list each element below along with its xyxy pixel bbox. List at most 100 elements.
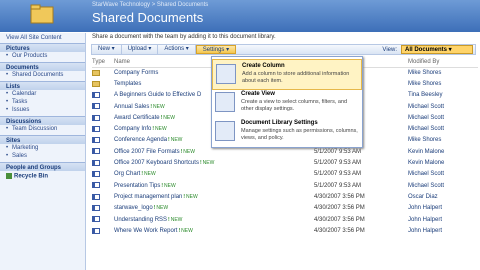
- view-selector[interactable]: All Documents ▾: [401, 45, 473, 54]
- document-icon: [92, 216, 100, 223]
- nav-section: DiscussionsTeam Discussion: [0, 116, 85, 133]
- document-icon: [92, 193, 100, 200]
- nav-item[interactable]: Tasks: [0, 98, 85, 106]
- document-icon: [92, 91, 100, 98]
- document-name-link[interactable]: Conference Agenda: [114, 137, 167, 143]
- create-column-menu-item[interactable]: Create Column Add a column to store addi…: [212, 59, 362, 90]
- new-badge: NEW: [161, 115, 175, 121]
- document-icon: [92, 227, 100, 234]
- modified-by-link[interactable]: Michael Scott: [408, 180, 478, 191]
- table-row[interactable]: Project management planNEW 4/30/2007 3:56…: [92, 191, 478, 202]
- site-header: StarWave Technology > Shared Documents S…: [0, 0, 480, 32]
- new-badge: NEW: [154, 205, 168, 211]
- list-toolbar: New ▾ Upload ▾ Actions ▾ Settings ▾ View…: [91, 44, 476, 55]
- folder-logo-icon: [30, 4, 54, 24]
- modified-by-link[interactable]: Mike Shores: [408, 78, 478, 89]
- document-name-link[interactable]: Org Chart: [114, 171, 140, 177]
- document-name-link[interactable]: Award Certificate: [114, 115, 160, 121]
- modified-by-link[interactable]: John Halpert: [408, 214, 478, 225]
- table-row[interactable]: Org ChartNEW 5/1/2007 9:53 AM Michael Scot…: [92, 169, 478, 180]
- recycle-bin-label: Recycle Bin: [14, 173, 49, 180]
- new-badge: NEW: [178, 228, 192, 234]
- nav-section-header[interactable]: Pictures: [0, 43, 85, 52]
- nav-item[interactable]: Marketing: [0, 144, 85, 152]
- menu-item-description: Manage settings such as permissions, col…: [241, 128, 358, 141]
- table-row[interactable]: starwave_logoNEW 4/30/2007 3:56 PM John Ha…: [92, 203, 478, 214]
- document-icon: [92, 159, 100, 166]
- table-row[interactable]: Understanding RSSNEW 4/30/2007 3:56 PM Joh…: [92, 214, 478, 225]
- modified-by-link[interactable]: John Halpert: [408, 225, 478, 236]
- modified-by-link[interactable]: Kevin Malone: [408, 157, 478, 168]
- page-title: Shared Documents: [92, 10, 204, 25]
- document-name-link[interactable]: Project management plan: [114, 194, 182, 200]
- menu-item-title: Document Library Settings: [241, 120, 318, 126]
- nav-section: DocumentsShared Documents: [0, 62, 85, 79]
- library-settings-icon: [215, 121, 235, 141]
- library-description: Share a document with the team by adding…: [92, 34, 276, 40]
- nav-item[interactable]: Team Discussion: [0, 125, 85, 133]
- modified-by-link[interactable]: Oscar Diaz: [408, 191, 478, 202]
- actions-menu-button[interactable]: Actions ▾: [158, 45, 196, 54]
- nav-section: ListsCalendarTasksIssues: [0, 81, 85, 114]
- document-name-link[interactable]: starwave_logo: [114, 205, 153, 211]
- table-row[interactable]: Presentation TipsNEW 5/1/2007 9:53 AM Mich…: [92, 180, 478, 191]
- new-badge: NEW: [183, 194, 197, 200]
- nav-item[interactable]: Our Products: [0, 52, 85, 60]
- document-name-link[interactable]: A Beginners Guide to Effective D: [114, 92, 201, 98]
- nav-section-header[interactable]: Lists: [0, 81, 85, 90]
- table-row[interactable]: Where We Work ReportNEW 4/30/2007 3:56 PM…: [92, 225, 478, 236]
- table-row[interactable]: Office 2007 Keyboard ShortcutsNEW 5/1/200…: [92, 157, 478, 168]
- new-badge: NEW: [152, 126, 166, 132]
- document-name-link[interactable]: Company Info: [114, 126, 151, 132]
- modified-by-link[interactable]: John Halpert: [408, 203, 478, 214]
- breadcrumb[interactable]: StarWave Technology > Shared Documents: [92, 2, 208, 8]
- folder-icon: [92, 80, 100, 87]
- modified-by-link[interactable]: Michael Scott: [408, 123, 478, 134]
- document-name-link[interactable]: Company Forms: [114, 70, 158, 76]
- new-badge: NEW: [200, 160, 214, 166]
- document-name-link[interactable]: Office 2007 File Formats: [114, 149, 180, 155]
- nav-item[interactable]: Shared Documents: [0, 71, 85, 79]
- type-column-header[interactable]: Type: [92, 57, 114, 68]
- library-settings-menu-item[interactable]: Document Library Settings Manage setting…: [212, 117, 362, 148]
- settings-menu-button[interactable]: Settings ▾: [195, 45, 237, 54]
- modified-by-link[interactable]: Tina Beesley: [408, 90, 478, 101]
- modified-by-link[interactable]: Michael Scott: [408, 169, 478, 180]
- nav-item[interactable]: Calendar: [0, 90, 85, 98]
- nav-section-header[interactable]: Sites: [0, 135, 85, 144]
- create-column-icon: [216, 64, 236, 84]
- create-view-menu-item[interactable]: Create View Create a view to select colu…: [212, 88, 362, 119]
- document-name-link[interactable]: Annual Sales: [114, 104, 149, 110]
- new-menu-button[interactable]: New ▾: [92, 45, 122, 54]
- view-label: View:: [382, 46, 397, 53]
- menu-item-description: Create a view to select columns, filters…: [241, 99, 348, 112]
- nav-item[interactable]: Issues: [0, 106, 85, 114]
- recycle-bin-link[interactable]: Recycle Bin: [0, 171, 85, 182]
- modified-date: 4/30/2007 3:56 PM: [314, 193, 365, 200]
- nav-section-header[interactable]: Discussions: [0, 116, 85, 125]
- new-badge: NEW: [161, 183, 175, 189]
- view-all-site-content-link[interactable]: View All Site Content: [0, 33, 85, 41]
- document-name-link[interactable]: Where We Work Report: [114, 228, 177, 234]
- modified-by-link[interactable]: Mike Shores: [408, 67, 478, 78]
- modified-by-link[interactable]: Michael Scott: [408, 101, 478, 112]
- folder-icon: [92, 69, 100, 76]
- modified-by-column-header[interactable]: Modified By: [408, 57, 478, 68]
- nav-section-header[interactable]: People and Groups: [0, 162, 85, 171]
- document-icon: [92, 103, 100, 110]
- document-name-link[interactable]: Office 2007 Keyboard Shortcuts: [114, 160, 199, 166]
- nav-section-header[interactable]: Documents: [0, 62, 85, 71]
- upload-menu-button[interactable]: Upload ▾: [122, 45, 159, 54]
- modified-by-link[interactable]: Michael Scott: [408, 112, 478, 123]
- modified-date: 5/1/2007 9:53 AM: [314, 160, 362, 167]
- modified-date: 4/30/2007 3:56 PM: [314, 205, 365, 212]
- nav-item[interactable]: Sales: [0, 152, 85, 160]
- document-name-link[interactable]: Templates: [114, 81, 141, 87]
- modified-by-link[interactable]: Mike Shores: [408, 135, 478, 146]
- modified-by-link[interactable]: Kevin Malone: [408, 146, 478, 157]
- document-name-link[interactable]: Presentation Tips: [114, 183, 160, 189]
- modified-date: 5/1/2007 9:53 AM: [314, 182, 362, 189]
- document-name-link[interactable]: Understanding RSS: [114, 217, 167, 223]
- menu-item-title: Create View: [241, 91, 275, 97]
- document-icon: [92, 171, 100, 178]
